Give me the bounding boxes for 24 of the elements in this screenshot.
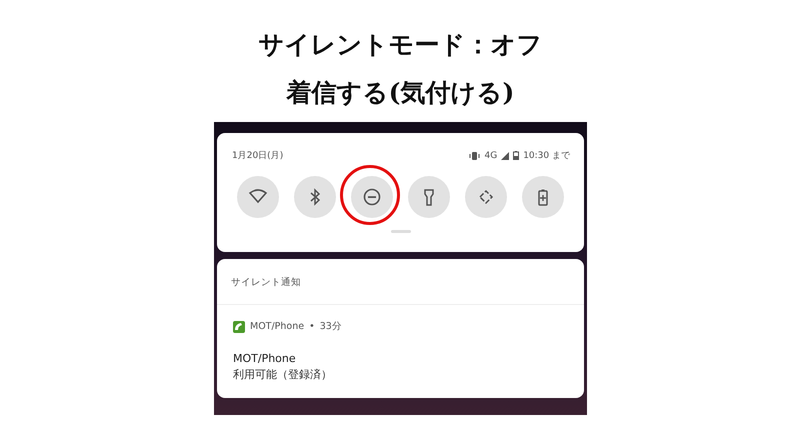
vibrate-icon: [469, 152, 480, 160]
date-text: 1月20日(月): [232, 150, 284, 162]
notification-time: 33分: [320, 320, 342, 333]
notification-title: MOT/Phone: [232, 351, 297, 365]
drag-handle[interactable]: [390, 230, 410, 233]
separator-dot: •: [309, 321, 315, 332]
heading-line: サイレントモード：オフ: [258, 30, 542, 60]
notification-app-name: MOT/Phone: [250, 321, 304, 332]
signal-icon: [501, 152, 510, 160]
quick-setting-toggle[interactable]: [408, 176, 450, 218]
quick-setting-toggle[interactable]: [522, 176, 564, 218]
wifi-icon: [248, 188, 268, 206]
quick-setting-toggle[interactable]: [351, 176, 393, 218]
section-title: サイレント通知: [217, 259, 584, 305]
quick-setting-toggle[interactable]: [294, 176, 336, 218]
quick-setting-toggle[interactable]: [465, 176, 507, 218]
phone-app-icon: [233, 320, 245, 332]
heading-line: 着信する(気付ける): [286, 78, 514, 108]
alarm-until-text: 10:30 まで: [523, 150, 570, 162]
network-type: 4G: [484, 150, 498, 160]
battery-icon: [513, 151, 520, 160]
notification-text: 利用可能（登録済）: [232, 367, 333, 382]
do-not-disturb-icon: [362, 188, 382, 206]
quick-setting-toggle[interactable]: [237, 176, 279, 218]
